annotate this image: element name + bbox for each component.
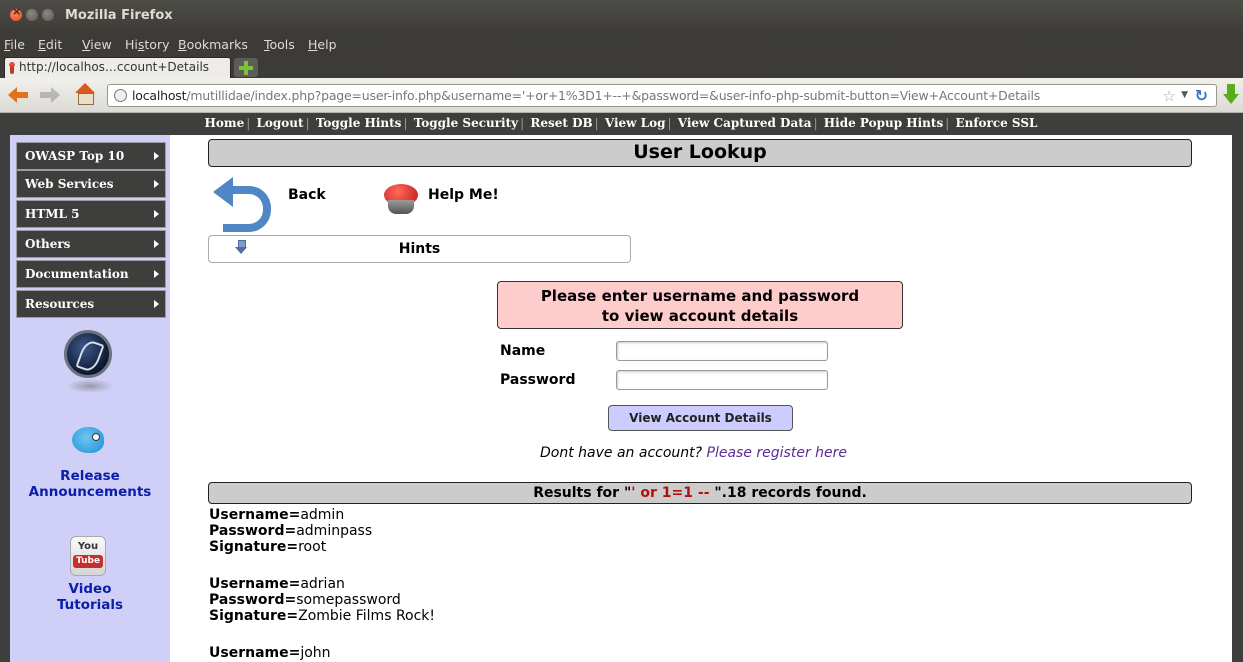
record-password: adminpass xyxy=(296,523,373,539)
nav-link-reset-db[interactable]: Reset DB xyxy=(530,116,592,130)
result-record: Username=john xyxy=(209,645,331,661)
name-label: Name xyxy=(500,343,546,359)
page-title: User Lookup xyxy=(208,139,1192,167)
page-frame-right xyxy=(1232,113,1243,662)
result-record: Username=admin Password=adminpass Signat… xyxy=(209,507,373,555)
reload-icon[interactable]: ↻ xyxy=(1195,86,1208,105)
nav-link-view-log[interactable]: View Log xyxy=(605,116,666,130)
record-username: adrian xyxy=(300,576,345,592)
instructions-box: Please enter username and password to vi… xyxy=(497,281,903,329)
password-label: Password xyxy=(500,372,576,388)
hints-label: Hints xyxy=(398,241,441,257)
register-link[interactable]: Please register here xyxy=(707,445,848,461)
nav-link-home[interactable]: Home xyxy=(205,116,245,130)
menu-history[interactable]: History xyxy=(125,37,169,52)
favicon-icon xyxy=(9,62,15,74)
new-tab-plus-icon[interactable] xyxy=(234,58,258,77)
browser-tab[interactable]: http://localhos…ccount+Details xyxy=(4,57,231,78)
history-dropdown-icon[interactable]: ▼ xyxy=(1181,90,1188,100)
record-signature: Zombie Films Rock! xyxy=(298,608,436,624)
nav-link-toggle-security[interactable]: Toggle Security xyxy=(414,116,518,130)
navigation-toolbar: localhost/mutillidae/index.php?page=user… xyxy=(0,78,1243,113)
release-announcements-link[interactable]: Release Announcements xyxy=(10,468,170,500)
youtube-icon[interactable]: You Tube xyxy=(70,536,106,576)
sidebar-item-owasp-top-10[interactable]: OWASP Top 10 xyxy=(16,142,166,170)
record-signature: root xyxy=(298,539,327,555)
hints-toggle[interactable]: Hints xyxy=(208,235,631,263)
menu-file[interactable]: File xyxy=(4,37,25,52)
window-titlebar: Mozilla Firefox xyxy=(0,0,1243,34)
injected-query: ' or 1=1 -- xyxy=(631,485,710,501)
menu-edit[interactable]: Edit xyxy=(38,37,62,52)
back-arrow-icon[interactable] xyxy=(213,176,271,232)
video-tutorials-link[interactable]: Video Tutorials xyxy=(10,581,170,613)
sidebar-item-documentation[interactable]: Documentation xyxy=(16,260,166,288)
owasp-logo-icon[interactable] xyxy=(64,330,112,378)
results-header: Results for "' or 1=1 -- ".18 records fo… xyxy=(208,482,1192,504)
nav-link-hide-popup-hints[interactable]: Hide Popup Hints xyxy=(824,116,943,130)
name-field[interactable] xyxy=(616,341,828,361)
menu-view[interactable]: View xyxy=(82,37,112,52)
url-text[interactable]: localhost/mutillidae/index.php?page=user… xyxy=(132,88,1040,103)
back-link[interactable]: Back xyxy=(288,187,326,203)
view-account-details-button[interactable]: View Account Details xyxy=(608,405,793,431)
help-button-icon[interactable] xyxy=(382,182,420,218)
sidebar: OWASP Top 10 Web Services HTML 5 Others … xyxy=(10,135,170,662)
page-frame-left xyxy=(0,113,10,662)
forward-arrow-icon[interactable] xyxy=(40,86,60,104)
top-navigation: Home | Logout | Toggle Hints | Toggle Secur… xyxy=(10,113,1232,135)
record-username: admin xyxy=(300,507,345,523)
maximize-window-button[interactable] xyxy=(42,9,54,21)
sidebar-item-web-services[interactable]: Web Services xyxy=(16,170,166,198)
owasp-logo-reflection xyxy=(66,379,114,393)
tab-label: http://localhos…ccount+Details xyxy=(19,60,210,74)
menu-help[interactable]: Help xyxy=(308,37,337,52)
tab-strip: http://localhos…ccount+Details xyxy=(0,56,1243,78)
home-icon[interactable] xyxy=(73,83,97,105)
sidebar-item-resources[interactable]: Resources xyxy=(16,290,166,318)
minimize-window-button[interactable] xyxy=(26,9,38,21)
help-me-link[interactable]: Help Me! xyxy=(428,187,499,203)
nav-link-toggle-hints[interactable]: Toggle Hints xyxy=(316,116,402,130)
globe-icon[interactable] xyxy=(114,89,127,102)
download-arrow-icon[interactable] xyxy=(1223,84,1239,106)
bookmark-star-icon[interactable]: ☆ xyxy=(1163,87,1176,105)
nav-link-view-captured-data[interactable]: View Captured Data xyxy=(678,116,812,130)
menu-bookmarks[interactable]: Bookmarks xyxy=(178,37,248,52)
close-window-button[interactable] xyxy=(10,5,22,21)
address-bar[interactable]: localhost/mutillidae/index.php?page=user… xyxy=(107,84,1217,107)
record-password: somepassword xyxy=(296,592,401,608)
back-arrow-icon[interactable] xyxy=(8,86,28,104)
record-username: john xyxy=(300,645,331,661)
nav-link-enforce-ssl[interactable]: Enforce SSL xyxy=(955,116,1037,130)
result-record: Username=adrian Password=somepassword Si… xyxy=(209,576,436,624)
password-field[interactable] xyxy=(616,370,828,390)
sidebar-item-others[interactable]: Others xyxy=(16,230,166,258)
twitter-bird-icon[interactable] xyxy=(68,425,108,457)
register-prompt: Dont have an account? Please register he… xyxy=(540,445,848,461)
menu-tools[interactable]: Tools xyxy=(264,37,295,52)
menubar: File Edit View History Bookmarks Tools H… xyxy=(0,34,1243,56)
nav-link-logout[interactable]: Logout xyxy=(256,116,303,130)
sidebar-item-html5[interactable]: HTML 5 xyxy=(16,200,166,228)
window-title: Mozilla Firefox xyxy=(65,8,173,23)
